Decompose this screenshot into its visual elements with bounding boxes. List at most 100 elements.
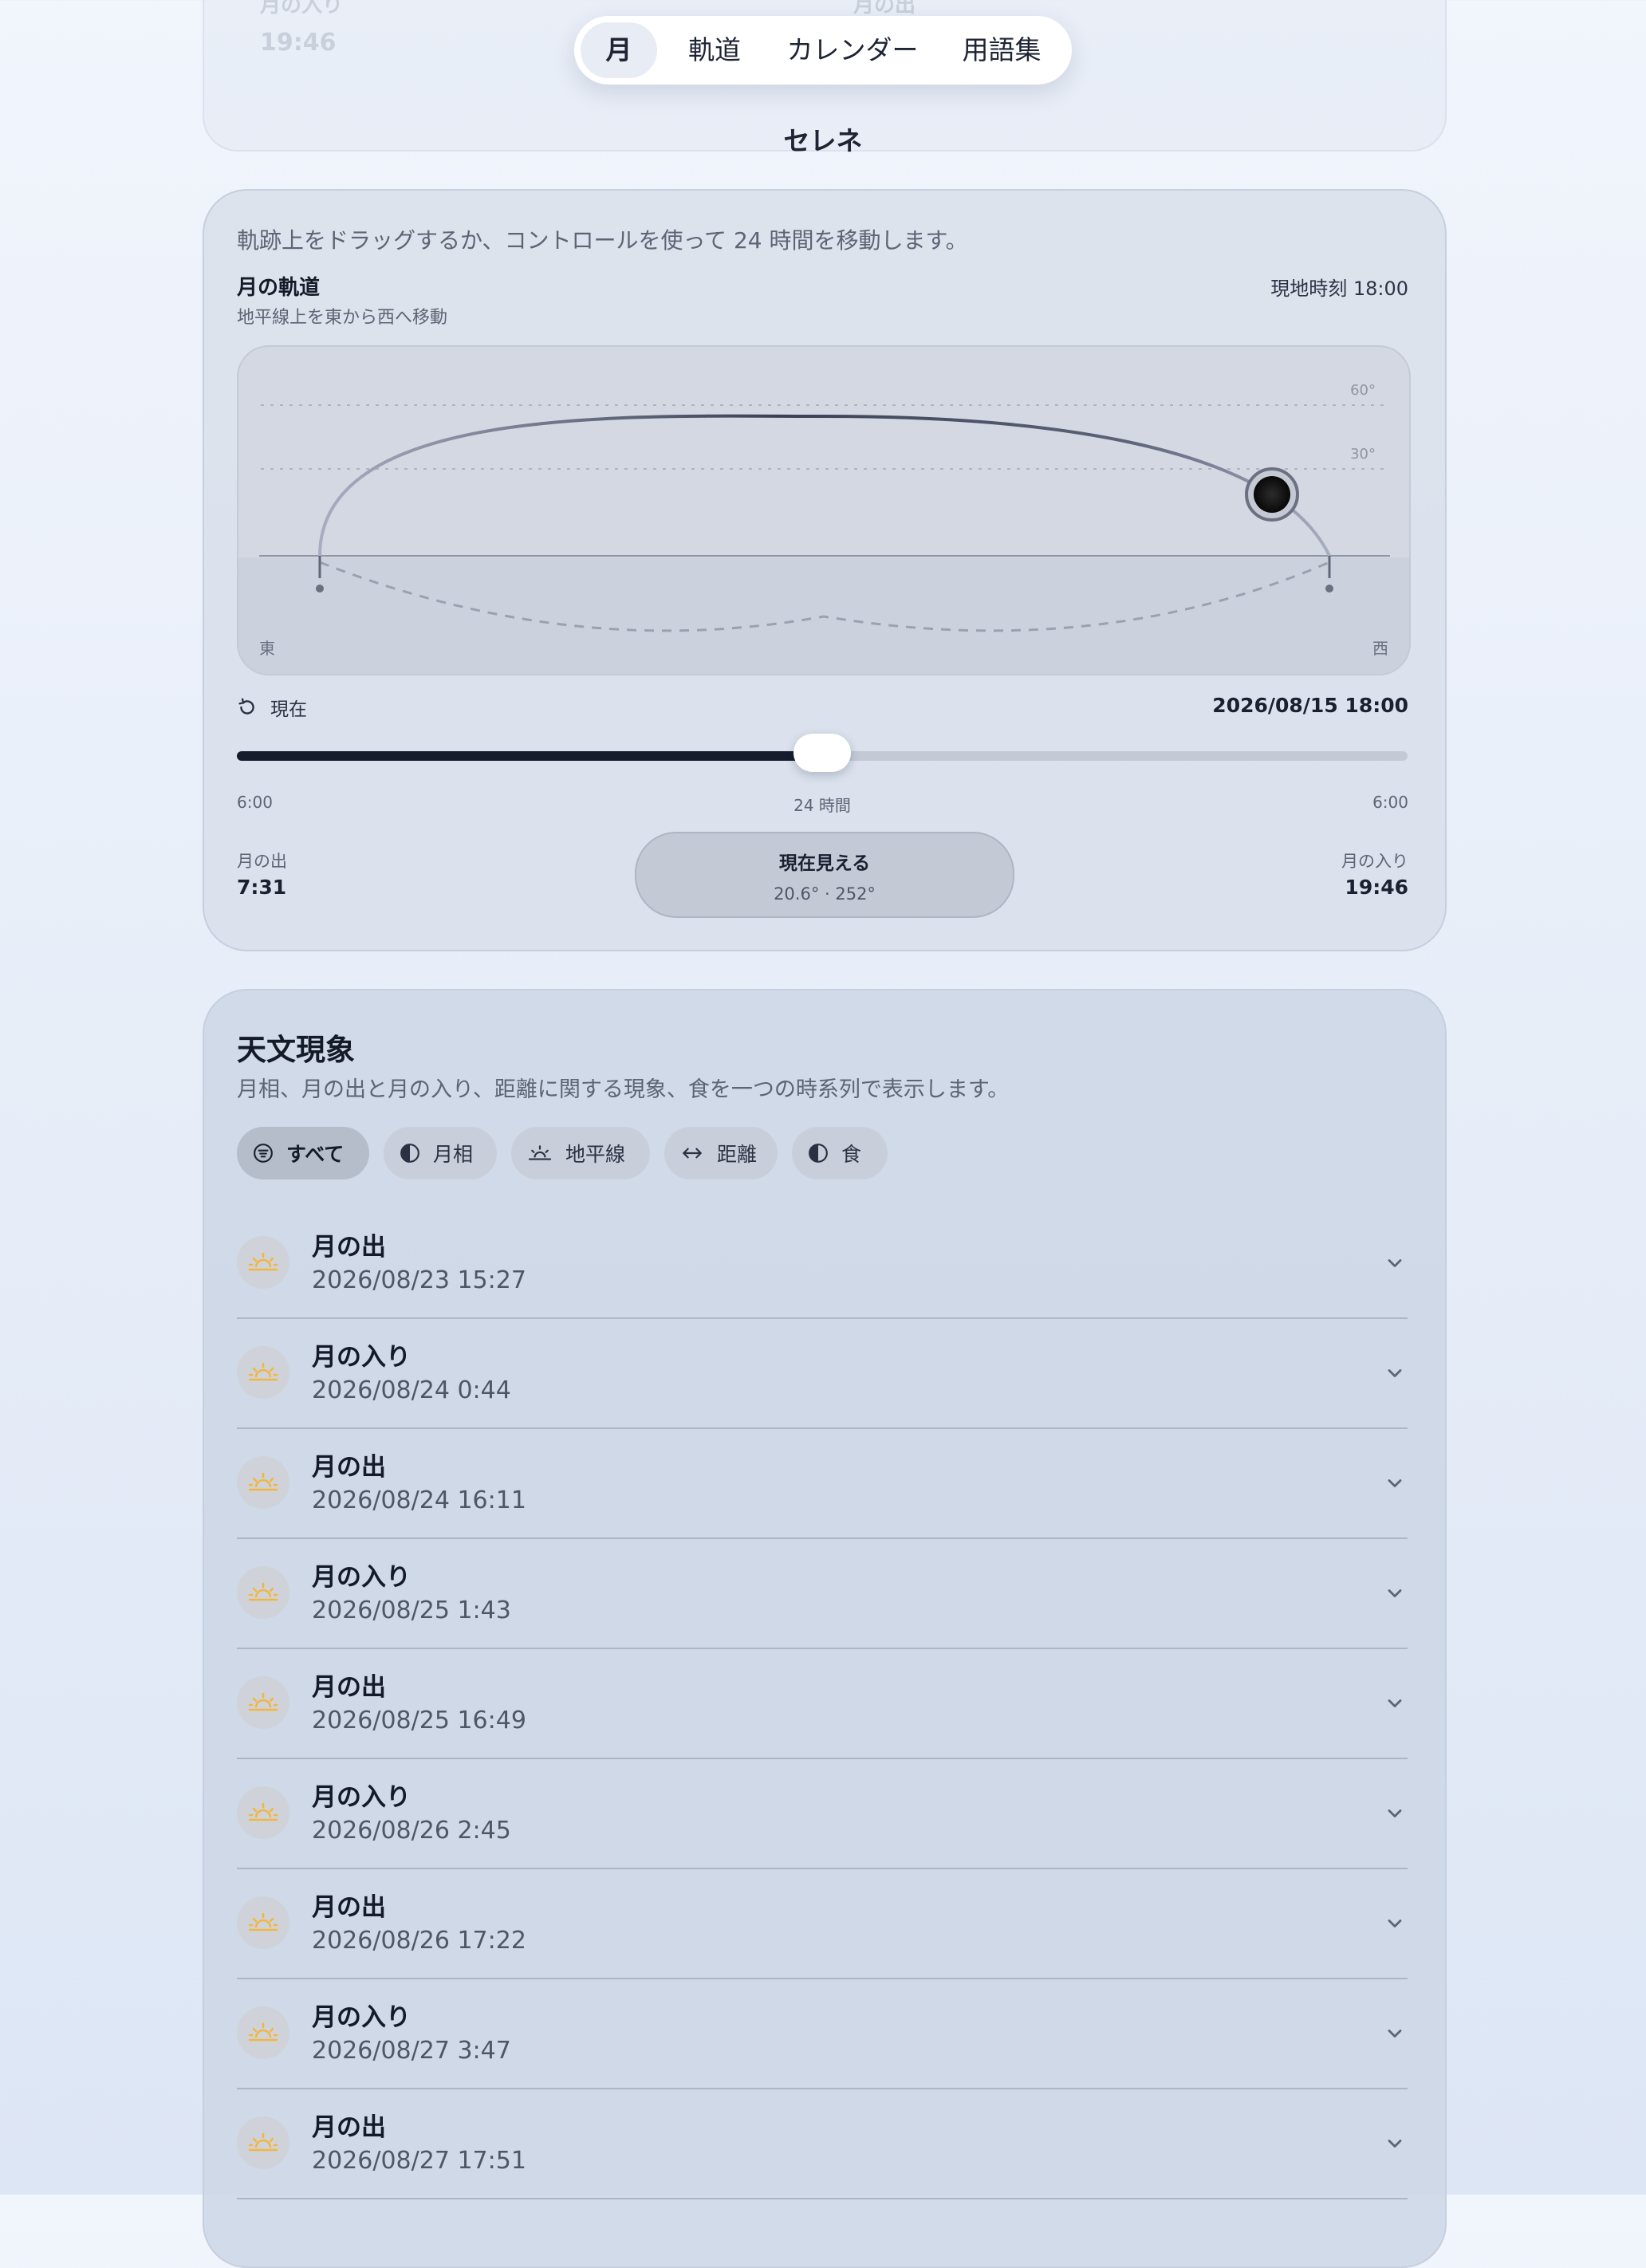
event-title: 月の出	[312, 1673, 386, 1702]
moonset-label: 月の入り	[1341, 852, 1408, 871]
event-title: 月の出	[312, 1893, 386, 1922]
event-date: 2026/08/24 0:44	[312, 1376, 511, 1404]
set-point	[1325, 585, 1333, 593]
event-row[interactable]: 月の出 2026/08/23 15:27	[237, 1207, 1408, 1319]
event-title: 月の出	[312, 1453, 386, 1482]
event-row[interactable]: 月の出 2026/08/24 16:11	[237, 1427, 1408, 1539]
track-hint: 軌跡上をドラッグするか、コントロールを使って 24 時間を移動します。	[237, 227, 968, 254]
slider-middle-label: 24 時間	[793, 796, 851, 815]
time-slider[interactable]	[237, 734, 1408, 772]
filter-horizon[interactable]: 地平線	[511, 1127, 650, 1179]
event-title: 月の入り	[312, 1343, 411, 1372]
sunrise-icon	[237, 1346, 289, 1399]
sunrise-icon	[237, 1786, 289, 1839]
chevron-down-icon[interactable]	[1384, 1912, 1406, 1938]
chevron-down-icon[interactable]	[1384, 1582, 1406, 1608]
sunrise-icon	[237, 1566, 289, 1619]
tab-orbit[interactable]: 軌道	[668, 22, 761, 78]
sunrise-icon	[237, 1896, 289, 1949]
sunrise-icon	[237, 1456, 289, 1509]
event-title: 月の入り	[312, 1783, 411, 1812]
events-title: 天文現象	[237, 1033, 355, 1067]
event-title: 月の出	[312, 2113, 386, 2142]
event-row[interactable]: 月の入り 2026/08/24 0:44	[237, 1317, 1408, 1429]
filter-distance-label: 距離	[717, 1143, 758, 1166]
west-label: 西	[1372, 639, 1388, 658]
filter-eclipse[interactable]: 食	[792, 1127, 888, 1179]
filter-distance[interactable]: 距離	[664, 1127, 778, 1179]
horizon-icon	[528, 1145, 552, 1160]
event-title: 月の入り	[312, 2003, 411, 2032]
moon-path-plot[interactable]: 60° 30° 東 西	[237, 345, 1411, 675]
event-date: 2026/08/25 1:43	[312, 1597, 511, 1624]
filter-all-label: すべて	[286, 1143, 345, 1166]
filter-icon	[254, 1144, 273, 1163]
distance-arrows-icon	[683, 1148, 702, 1159]
moon-icon	[1254, 476, 1290, 513]
events-description: 月相、月の出と月の入り、距離に関する現象、食を一つの時系列で表示します。	[237, 1077, 1010, 1102]
chevron-down-icon[interactable]	[1384, 1472, 1406, 1498]
sunrise-icon	[237, 1676, 289, 1729]
moonset-time: 19:46	[1345, 876, 1408, 899]
event-row[interactable]: 月の入り 2026/08/25 1:43	[237, 1538, 1408, 1649]
tab-calendar[interactable]: カレンダー	[774, 22, 931, 78]
chevron-down-icon[interactable]	[1384, 1692, 1406, 1718]
altitude-60-label: 60°	[1350, 382, 1376, 399]
rise-point	[316, 585, 324, 593]
slider-fill	[237, 751, 822, 761]
filter-phase-label: 月相	[433, 1143, 474, 1166]
event-title: 月の入り	[312, 1563, 411, 1592]
selected-datetime: 2026/08/15 18:00	[1212, 694, 1408, 717]
ghost-label: 月の入り	[260, 0, 344, 18]
tab-moon[interactable]: 月	[581, 22, 657, 78]
chevron-down-icon[interactable]	[1384, 1252, 1406, 1278]
eclipse-icon	[809, 1144, 828, 1163]
chevron-down-icon[interactable]	[1384, 1362, 1406, 1388]
event-row[interactable]: 月の入り 2026/08/26 2:45	[237, 1758, 1408, 1869]
filter-horizon-label: 地平線	[565, 1143, 626, 1166]
event-date: 2026/08/23 15:27	[312, 1266, 526, 1294]
altitude-30-label: 30°	[1350, 446, 1376, 463]
visible-now-badge: 現在見える 20.6° · 252°	[635, 832, 1014, 918]
local-time: 現地時刻 18:00	[1270, 278, 1408, 300]
ghost-time: 19:46	[260, 29, 337, 57]
slider-end-label: 6:00	[1372, 793, 1408, 812]
visible-now-detail: 20.6° · 252°	[774, 884, 876, 904]
chevron-down-icon[interactable]	[1384, 2132, 1406, 2158]
slider-thumb[interactable]	[793, 734, 851, 772]
reset-icon	[238, 698, 254, 715]
slider-start-label: 6:00	[237, 793, 273, 812]
event-date: 2026/08/25 16:49	[312, 1707, 526, 1734]
track-title: 月の軌道	[237, 276, 321, 300]
moon-path-svg	[259, 404, 1390, 632]
event-row[interactable]: 月の出 2026/08/26 17:22	[237, 1868, 1408, 1979]
event-row[interactable]: 月の出 2026/08/25 16:49	[237, 1648, 1408, 1759]
filter-eclipse-label: 食	[841, 1143, 862, 1166]
chevron-down-icon[interactable]	[1384, 1802, 1406, 1828]
sunrise-icon	[237, 2006, 289, 2059]
reset-label: 現在	[270, 699, 307, 720]
moonrise-label: 月の出	[237, 852, 287, 871]
event-date: 2026/08/26 17:22	[312, 1927, 526, 1955]
track-subtitle: 地平線上を東から西へ移動	[237, 308, 448, 328]
tab-bar: 月 軌道 カレンダー 用語集	[574, 16, 1072, 85]
moonrise-time: 7:31	[237, 876, 287, 899]
chevron-down-icon[interactable]	[1384, 2022, 1406, 2048]
event-row[interactable]: 月の入り 2026/08/27 3:47	[237, 1978, 1408, 2089]
reset-now-button[interactable]: 現在	[237, 694, 307, 721]
sunrise-icon	[237, 1236, 289, 1289]
event-title: 月の出	[312, 1233, 386, 1262]
event-row[interactable]: 月の出 2026/08/27 17:51	[237, 2088, 1408, 2199]
visible-now-label: 現在見える	[778, 853, 871, 874]
filter-all[interactable]: すべて	[237, 1127, 369, 1179]
event-date: 2026/08/27 17:51	[312, 2147, 526, 2175]
east-label: 東	[259, 639, 275, 658]
event-date: 2026/08/26 2:45	[312, 1817, 511, 1845]
event-date: 2026/08/27 3:47	[312, 2037, 511, 2065]
app-title: セレネ	[783, 125, 863, 156]
moon-path-above	[318, 414, 1331, 557]
moon-phase-icon	[400, 1144, 419, 1163]
tab-glossary[interactable]: 用語集	[943, 22, 1061, 78]
filter-phase[interactable]: 月相	[384, 1127, 497, 1179]
moon-path-below	[319, 561, 1330, 632]
